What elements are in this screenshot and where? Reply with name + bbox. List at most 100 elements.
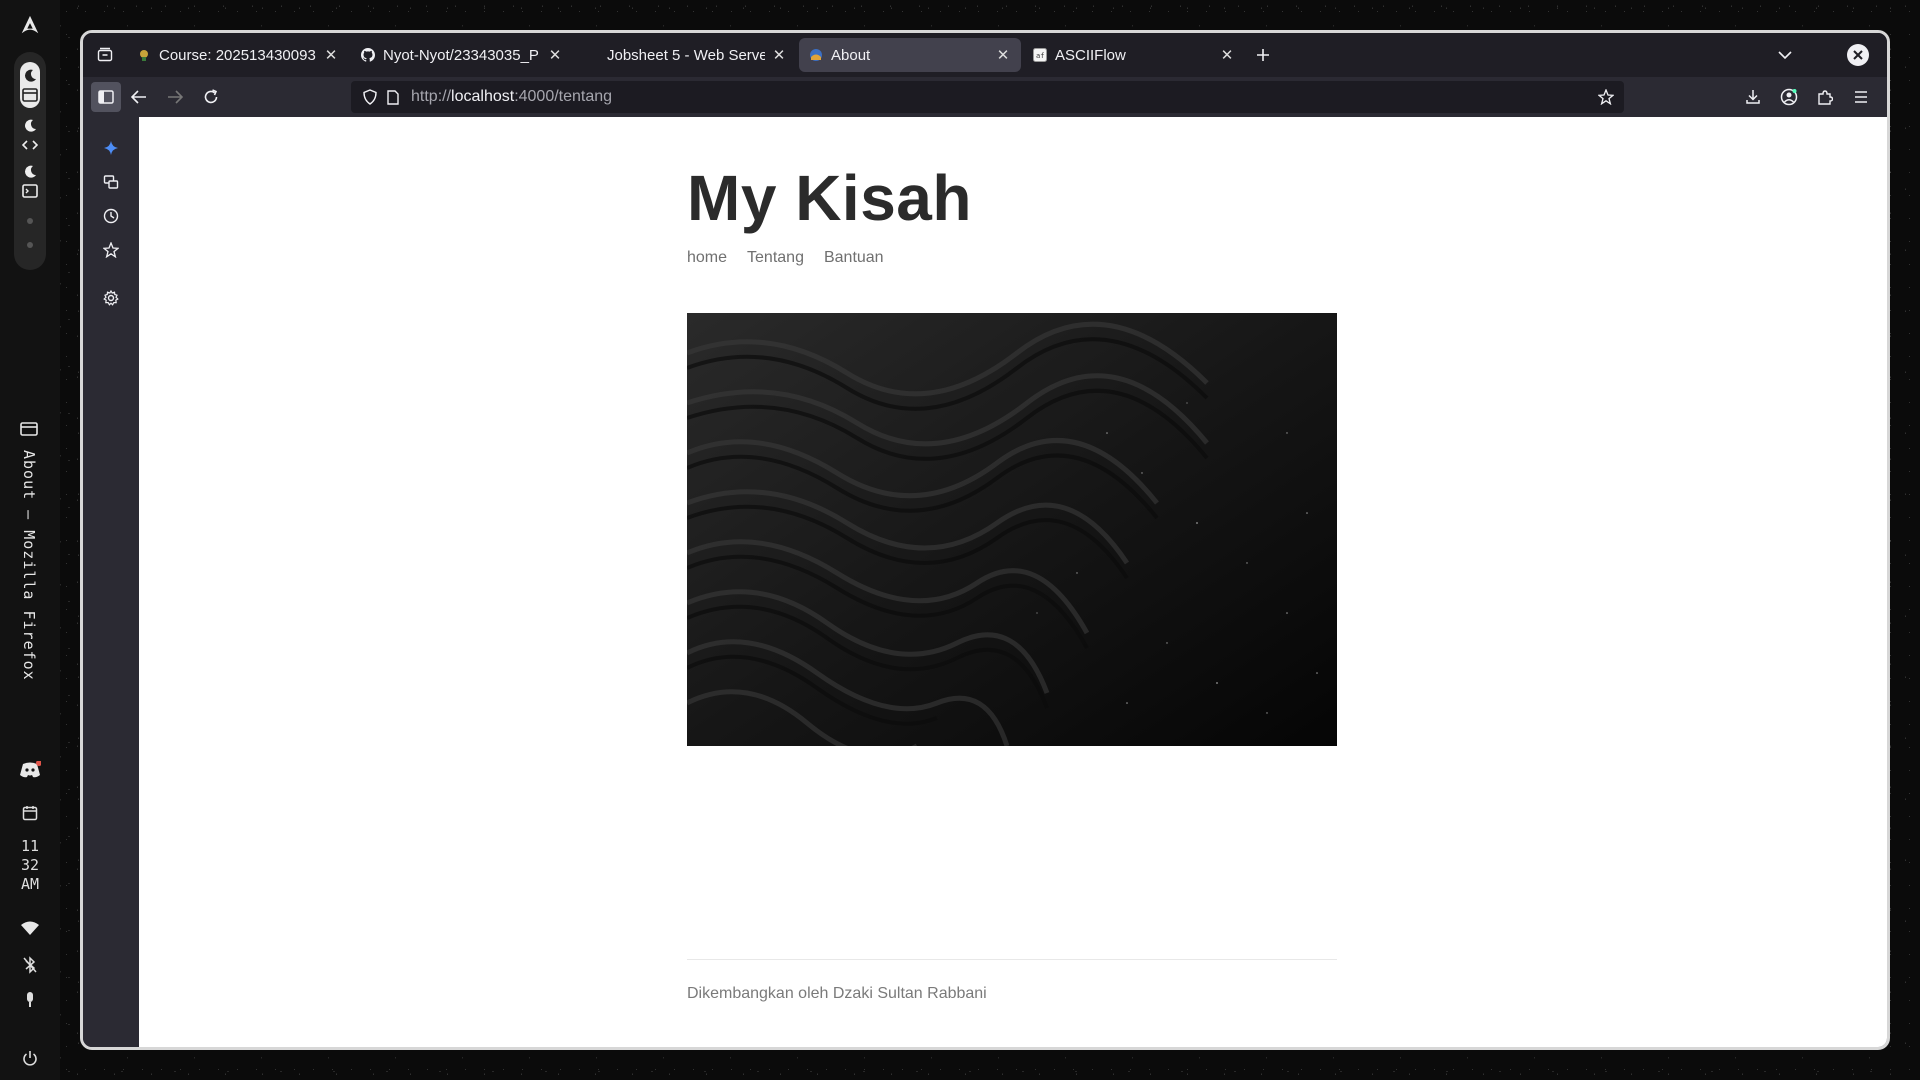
workspace-1[interactable] [20, 62, 40, 108]
firefox-window: Course: 202513430093 ✕ Nyot-Nyot/2334303… [80, 30, 1890, 1050]
site-nav: home Tentang Bantuan [687, 249, 1337, 267]
tab-github[interactable]: Nyot-Nyot/23343035_P ✕ [351, 38, 573, 72]
nav-link-home[interactable]: home [687, 249, 727, 267]
moon-icon [25, 69, 36, 82]
moon-icon [25, 119, 36, 132]
clock-ampm: AM [20, 875, 40, 893]
browser-window-icon [22, 88, 38, 102]
microphone-icon[interactable] [23, 990, 37, 1008]
workspace-3[interactable] [22, 162, 38, 200]
site-container: My Kisah home Tentang Bantuan Dikembangk… [687, 117, 1337, 1002]
workspace-2[interactable] [22, 116, 38, 154]
bookmarks-star-icon[interactable] [103, 242, 119, 258]
downloads-button[interactable] [1735, 81, 1771, 113]
window-icon [20, 422, 38, 436]
tab-title: ASCIIFlow [1055, 46, 1126, 64]
workspace-5[interactable] [27, 242, 33, 248]
wifi-icon[interactable] [20, 920, 40, 936]
sidebar-toolbar [83, 117, 139, 1047]
course-favicon-icon [140, 50, 148, 61]
hero-image [687, 313, 1337, 746]
code-icon [22, 140, 38, 150]
chevron-down-icon [1778, 50, 1792, 59]
tab-asciiflow[interactable]: af ASCIIFlow ✕ [1023, 38, 1245, 72]
tab-bar: Course: 202513430093 ✕ Nyot-Nyot/2334303… [83, 33, 1887, 77]
url-host: localhost [451, 88, 515, 105]
bluetooth-off-icon[interactable] [22, 956, 38, 974]
url-path: :4000/tentang [514, 88, 613, 105]
tab-close-icon[interactable]: ✕ [771, 46, 787, 64]
moon-icon [25, 165, 36, 178]
tab-course[interactable]: Course: 202513430093 ✕ [127, 38, 349, 72]
system-bar: About — Mozilla Firefox 11 32 AM [0, 0, 60, 1080]
synced-tabs-icon[interactable] [103, 174, 119, 190]
tab-jobsheet[interactable]: Jobsheet 5 - Web Serve ✕ [575, 38, 797, 72]
account-icon [1780, 88, 1798, 106]
footer-credit: Dikembangkan oleh Dzaki Sultan Rabbani [687, 985, 987, 1002]
nav-link-bantuan[interactable]: Bantuan [824, 249, 884, 267]
tab-close-icon[interactable]: ✕ [1219, 46, 1235, 64]
tab-close-icon[interactable]: ✕ [323, 46, 339, 64]
discord-icon[interactable] [19, 761, 41, 779]
active-window-title: About — Mozilla Firefox [20, 450, 38, 681]
site-title: My Kisah [687, 162, 972, 234]
tab-title: Course: 202513430093 [159, 46, 316, 64]
history-clock-icon[interactable] [103, 208, 119, 224]
clock-minute: 32 [20, 856, 40, 874]
tab-title: Nyot-Nyot/23343035_P [383, 46, 539, 64]
puzzle-icon [1818, 90, 1833, 105]
clock-hour: 11 [20, 837, 40, 855]
forward-button[interactable] [157, 81, 193, 113]
close-icon [1853, 50, 1863, 60]
blank-favicon-icon [585, 48, 599, 62]
gear-icon[interactable] [103, 290, 119, 306]
sidebar-icon [98, 90, 114, 104]
dark-sand-dunes-image [687, 313, 1337, 746]
new-tab-button[interactable] [1247, 39, 1279, 71]
extensions-button[interactable] [1807, 81, 1843, 113]
workspace-switcher [14, 52, 46, 270]
list-all-tabs-button[interactable] [1765, 50, 1805, 60]
page-viewport: My Kisah home Tentang Bantuan Dikembangk… [139, 117, 1887, 1047]
arrow-right-icon [168, 90, 183, 104]
hamburger-menu-icon [1855, 91, 1867, 103]
plus-icon [1257, 49, 1269, 61]
account-button[interactable] [1771, 81, 1807, 113]
tabbar-controls [1765, 44, 1887, 66]
workspace-4[interactable] [27, 218, 33, 224]
back-button[interactable] [121, 81, 157, 113]
ai-sparkle-icon[interactable] [103, 140, 119, 156]
clock[interactable]: 11 32 AM [21, 837, 39, 894]
tab-about[interactable]: About ✕ [799, 38, 1021, 72]
app-menu-button[interactable] [1843, 81, 1879, 113]
site-favicon-icon [810, 49, 822, 61]
sidebar-toggle-button[interactable] [91, 82, 121, 112]
calendar-icon[interactable] [22, 805, 38, 821]
terminal-icon [22, 184, 38, 198]
system-tray: 11 32 AM [0, 753, 60, 1080]
download-icon [1746, 90, 1760, 104]
toolbar-right [1735, 81, 1879, 113]
bookmark-star-icon[interactable] [1598, 89, 1614, 105]
tab-close-icon[interactable]: ✕ [995, 46, 1011, 64]
tab-close-icon[interactable]: ✕ [547, 46, 563, 64]
navigation-toolbar: http://localhost:4000/tentang [83, 77, 1887, 117]
shield-icon[interactable] [363, 89, 377, 105]
tab-manager-button[interactable] [83, 33, 127, 77]
page-info-icon[interactable] [387, 89, 399, 105]
window-close-button[interactable] [1847, 44, 1869, 66]
tab-title: Jobsheet 5 - Web Serve [607, 46, 765, 64]
power-icon[interactable] [22, 1050, 38, 1066]
tab-title: About [831, 46, 871, 64]
url-scheme: http:// [411, 88, 452, 105]
asciiflow-favicon-icon: af [1033, 48, 1047, 62]
reload-button[interactable] [193, 81, 229, 113]
svg-text:af: af [1036, 52, 1044, 60]
arch-logo-icon[interactable] [19, 14, 41, 36]
reload-icon [204, 89, 218, 104]
tab-manager-icon [97, 47, 113, 62]
nav-link-tentang[interactable]: Tentang [747, 249, 804, 267]
url-bar[interactable]: http://localhost:4000/tentang [351, 81, 1624, 113]
footer-divider [687, 959, 1337, 960]
github-icon [361, 48, 375, 62]
